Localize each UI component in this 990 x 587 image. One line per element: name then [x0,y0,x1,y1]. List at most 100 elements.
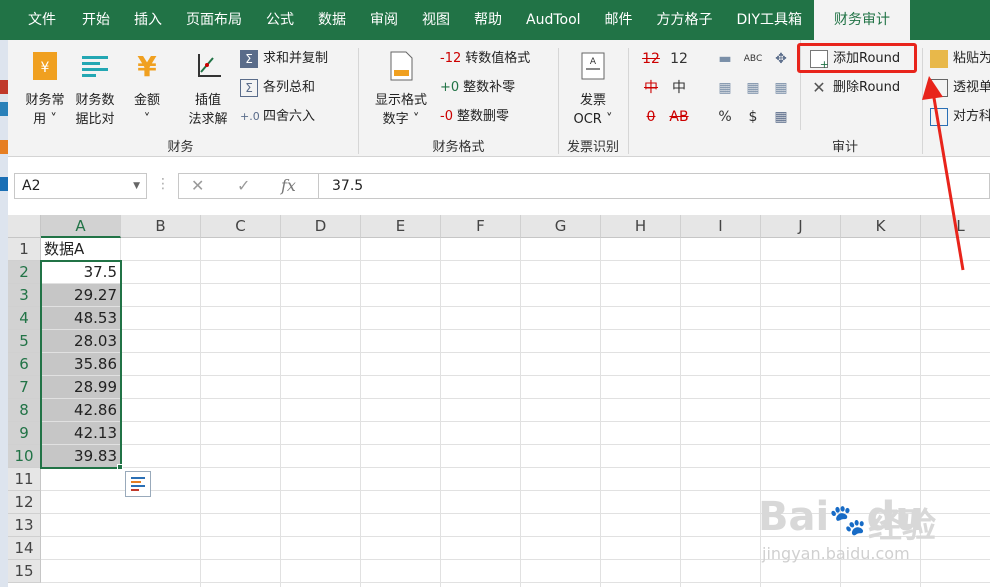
finance-doc-icon: ¥ [33,52,57,80]
round-six-label: 四舍六入 [263,109,316,124]
tab-insert[interactable]: 插入 [122,0,174,40]
row-header-1[interactable]: 1 [8,238,41,261]
sum-copy-button[interactable]: Σ 求和并复制 [240,48,328,70]
column-header-j[interactable]: J [761,215,841,238]
chinese-char-icon[interactable]: 中 [668,77,690,99]
display-format-button[interactable]: 显示格式 数字 ˅ [368,50,434,129]
tab-review[interactable]: 审阅 [358,0,410,40]
cell-a10[interactable]: 39.83 [41,445,121,468]
grid-b-icon[interactable]: ▦ [742,77,764,99]
finance-common-button[interactable]: ¥ 财务常 用 ˅ [16,50,74,129]
column-header-l[interactable]: L [921,215,990,238]
insert-function-icon[interactable]: fx [281,174,296,198]
number-12-icon[interactable]: 12 [668,48,690,70]
strike-chinese-icon[interactable]: 中 [640,77,662,99]
cell-a8[interactable]: 42.86 [41,399,121,422]
cell-a7[interactable]: 28.99 [41,376,121,399]
row-header-4[interactable]: 4 [8,307,41,330]
finance-common-label-1: 财务常 [25,93,65,108]
row-header-12[interactable]: 12 [8,491,41,514]
column-header-f[interactable]: F [441,215,521,238]
confirm-icon[interactable]: ✓ [237,174,250,198]
finance-compare-button[interactable]: 财务数 据比对 [70,50,120,129]
column-header-e[interactable]: E [361,215,441,238]
interpolation-button[interactable]: 插值 法求解 [180,50,236,129]
cell-a5[interactable]: 28.03 [41,330,121,353]
pivot-button[interactable]: 透视单 [930,77,990,99]
tab-diy[interactable]: DIY工具箱 [725,0,814,40]
row-header-10[interactable]: 10 [8,445,41,468]
column-header-k[interactable]: K [841,215,921,238]
paste-as-button[interactable]: 粘贴为 [930,48,990,70]
tab-mail[interactable]: 邮件 [593,0,645,40]
abc-check-icon[interactable]: ABC [742,48,764,70]
row-header-7[interactable]: 7 [8,376,41,399]
formula-divider [318,174,319,198]
strike-ab-icon[interactable]: AB [668,106,690,128]
group-invoice-label: 发票识别 [566,140,619,155]
quick-analysis-button[interactable] [125,471,151,497]
dollar-icon[interactable]: $ [742,106,764,128]
strike-zero-icon[interactable]: 0 [640,106,662,128]
remove-zero-button[interactable]: -0 整数删零 [440,106,509,128]
display-format-label-2: 数字 ˅ [382,112,420,127]
row-header-11[interactable]: 11 [8,468,41,491]
cell-a6[interactable]: 35.86 [41,353,121,376]
tab-home[interactable]: 开始 [70,0,122,40]
tab-data[interactable]: 数据 [306,0,358,40]
tab-page-layout[interactable]: 页面布局 [174,0,254,40]
tab-file[interactable]: 文件 [0,0,70,40]
cell-a3[interactable]: 29.27 [41,284,121,307]
grid-c-icon[interactable]: ▦ [770,77,792,99]
move-icon[interactable]: ✥ [770,48,792,70]
tab-audtool[interactable]: AudTool [514,0,593,40]
cell-a2[interactable]: 37.5 [41,261,121,284]
formula-bar[interactable]: ✕ ✓ fx 37.5 [178,173,990,199]
column-header-h[interactable]: H [601,215,681,238]
row-header-13[interactable]: 13 [8,514,41,537]
row-header-8[interactable]: 8 [8,399,41,422]
column-header-a[interactable]: A [41,215,121,238]
column-header-i[interactable]: I [681,215,761,238]
ribbon-divider [922,48,923,154]
cancel-icon[interactable]: ✕ [191,174,204,198]
column-totals-button[interactable]: Σ 各列总和 [240,77,315,99]
column-header-d[interactable]: D [281,215,361,238]
tab-formulas[interactable]: 公式 [254,0,306,40]
row-header-3[interactable]: 3 [8,284,41,307]
column-header-g[interactable]: G [521,215,601,238]
to-number-button[interactable]: -12 转数值格式 [440,48,530,70]
amount-button[interactable]: ¥ 金额 ˅ [124,50,170,129]
tab-view[interactable]: 视图 [410,0,462,40]
column-header-b[interactable]: B [121,215,201,238]
strike-12-icon[interactable]: 12 [640,48,662,70]
tab-fangfang[interactable]: 方方格子 [645,0,725,40]
tab-finance-audit[interactable]: 财务审计 [814,0,910,40]
invoice-ocr-button[interactable]: A 发票 OCR ˅ [564,50,622,129]
row-header-5[interactable]: 5 [8,330,41,353]
cell-a4[interactable]: 48.53 [41,307,121,330]
column-header-c[interactable]: C [201,215,281,238]
row-header-14[interactable]: 14 [8,537,41,560]
grid-a-icon[interactable]: ▦ [714,77,736,99]
round-six-button[interactable]: +.0 四舍六入 [240,106,315,128]
counter-account-button[interactable]: 对方科 [930,106,990,128]
group-finance: ¥ 财务常 用 ˅ 财务数 据比对 ¥ 金额 ˅ 插值 法求解 Σ 求和并复制 Σ… [8,40,353,157]
row-header-15[interactable]: 15 [8,560,41,583]
row-header-2[interactable]: 2 [8,261,41,284]
delete-round-button[interactable]: ✕ 删除Round [810,77,900,99]
name-box[interactable]: A2 ▼ [14,173,147,199]
row-header-6[interactable]: 6 [8,353,41,376]
cell-a9[interactable]: 42.13 [41,422,121,445]
display-format-label-1: 显示格式 [374,93,427,108]
pad-zero-button[interactable]: +0 整数补零 [440,77,515,99]
tab-help[interactable]: 帮助 [462,0,514,40]
calendar-icon[interactable]: ▦ [770,106,792,128]
row-header-9[interactable]: 9 [8,422,41,445]
cell-a1[interactable]: 数据A [41,238,121,261]
percent-icon[interactable]: % [714,106,736,128]
minus-icon[interactable]: ▬ [714,48,736,70]
select-all-corner[interactable] [8,215,41,238]
svg-text:¥: ¥ [41,60,50,76]
fill-handle[interactable] [117,464,123,470]
